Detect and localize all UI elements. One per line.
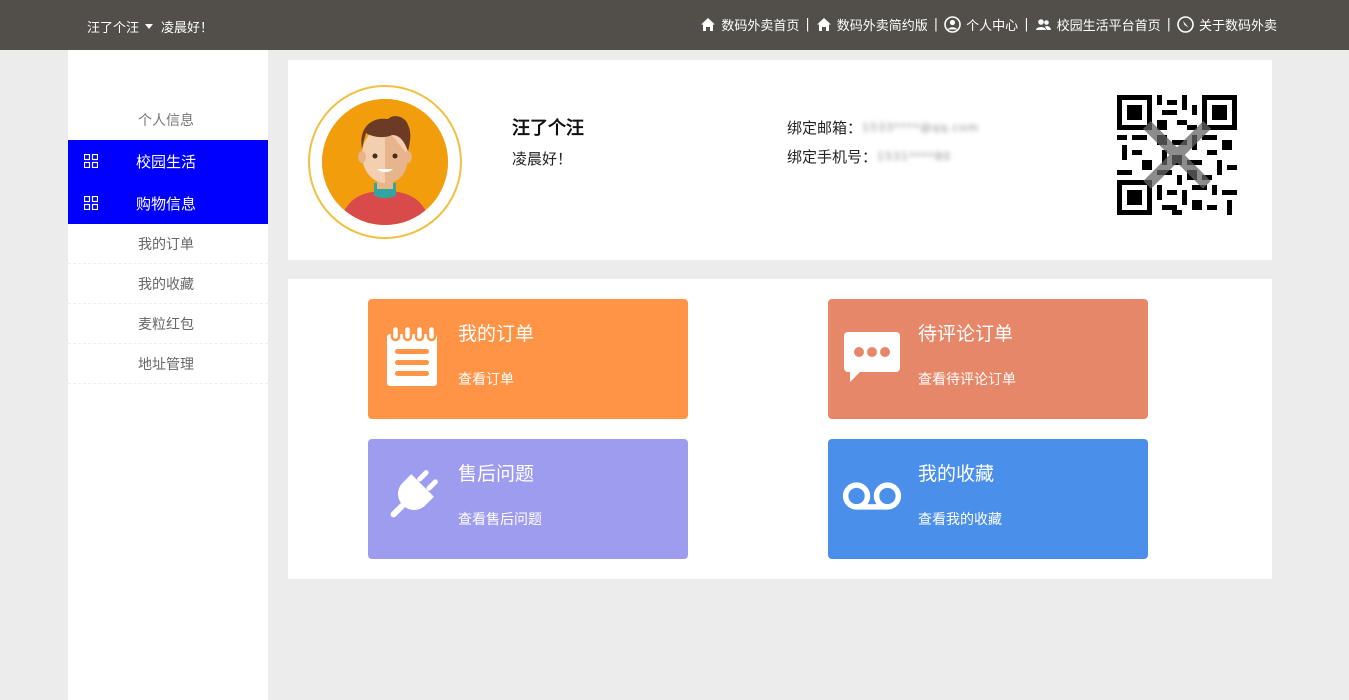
- separator: |: [1166, 17, 1171, 32]
- card-after-sales[interactable]: 售后问题 查看售后问题: [368, 439, 688, 559]
- username-label[interactable]: 汪了个汪: [87, 17, 139, 36]
- plug-icon: [390, 470, 438, 518]
- home-icon: [701, 18, 716, 31]
- link-personal-center[interactable]: 个人中心: [944, 15, 1018, 34]
- card-my-favorites[interactable]: 我的收藏 查看我的收藏: [828, 439, 1148, 559]
- qr-code-icon: [1117, 95, 1237, 215]
- caret-down-icon[interactable]: [145, 24, 154, 29]
- phone-label: 绑定手机号：: [787, 148, 878, 166]
- link-home[interactable]: 数码外卖首页: [700, 15, 799, 34]
- compass-icon: [1177, 16, 1194, 33]
- sidebar-group-label: 购物信息: [136, 194, 197, 213]
- separator: |: [933, 17, 939, 32]
- email-value: 1533****@qq.com: [862, 121, 979, 134]
- profile-greeting: 凌晨好！: [512, 150, 573, 168]
- sidebar-item-address[interactable]: 地址管理: [68, 344, 268, 384]
- card-title: 我的收藏: [918, 463, 995, 485]
- card-my-orders[interactable]: 我的订单 查看订单: [368, 299, 688, 419]
- sidebar-group-campus-life[interactable]: 校园生活: [68, 140, 268, 182]
- person-avatar-icon: [322, 99, 448, 225]
- card-title: 我的订单: [458, 323, 535, 345]
- avatar: [308, 85, 462, 239]
- voicemail-icon: [842, 482, 902, 510]
- user-greeting[interactable]: 汪了个汪 凌晨好！: [87, 17, 213, 36]
- link-home-label: 数码外卖首页: [721, 19, 800, 34]
- chat-bubble-icon: [844, 332, 900, 382]
- link-about-label: 关于数码外卖: [1198, 19, 1277, 34]
- top-navigation-bar: 汪了个汪 凌晨好！ 数码外卖首页 | 数码外卖简约版 | 个人中心 | 校园生活…: [0, 0, 1349, 50]
- sidebar-group-shopping[interactable]: 购物信息: [68, 182, 268, 224]
- sidebar-title[interactable]: 个人信息: [68, 110, 268, 130]
- phone-value: 1531****80: [877, 150, 952, 163]
- separator: |: [805, 17, 810, 32]
- link-simple-home[interactable]: 数码外卖简约版: [816, 15, 928, 34]
- sidebar: 个人信息 校园生活 购物信息 我的订单 我的收藏 麦粒红包 地址管理: [68, 50, 268, 700]
- card-title: 待评论订单: [918, 323, 1014, 345]
- user-circle-icon: [944, 16, 961, 33]
- greeting-label: 凌晨好！: [161, 21, 214, 36]
- grid-icon: [84, 154, 98, 168]
- card-title: 售后问题: [458, 463, 535, 485]
- card-subtitle[interactable]: 查看待评论订单: [918, 369, 1016, 389]
- users-icon: [1035, 18, 1051, 30]
- grid-icon: [84, 196, 98, 210]
- link-personal-center-label: 个人中心: [966, 19, 1019, 34]
- top-links: 数码外卖首页 | 数码外卖简约版 | 个人中心 | 校园生活平台首页 | 关于数…: [700, 15, 1277, 34]
- home-icon: [816, 18, 831, 31]
- card-pending-reviews[interactable]: 待评论订单 查看待评论订单: [828, 299, 1148, 419]
- email-label: 绑定邮箱：: [787, 119, 863, 137]
- card-subtitle[interactable]: 查看售后问题: [458, 509, 542, 529]
- sidebar-group-label: 校园生活: [136, 152, 197, 171]
- email-row: 绑定邮箱： 1533****@qq.com: [787, 117, 979, 138]
- link-campus-platform[interactable]: 校园生活平台首页: [1035, 15, 1161, 34]
- link-campus-platform-label: 校园生活平台首页: [1056, 19, 1161, 34]
- link-simple-home-label: 数码外卖简约版: [836, 19, 928, 34]
- phone-row: 绑定手机号： 1531****80: [787, 146, 951, 167]
- sidebar-item-red-packet[interactable]: 麦粒红包: [68, 304, 268, 344]
- separator: |: [1024, 17, 1029, 32]
- link-about[interactable]: 关于数码外卖: [1177, 15, 1277, 34]
- profile-panel: 汪了个汪 凌晨好！ 绑定邮箱： 1533****@qq.com 绑定手机号： 1…: [288, 60, 1272, 260]
- profile-name: 汪了个汪: [512, 118, 584, 139]
- card-subtitle[interactable]: 查看我的收藏: [918, 509, 1002, 529]
- sidebar-item-my-orders[interactable]: 我的订单: [68, 224, 268, 264]
- card-subtitle[interactable]: 查看订单: [458, 369, 514, 389]
- avatar-image: [322, 99, 448, 225]
- quick-links-panel: 我的订单 查看订单 待评论订单 查看待评论订单 售后问题 查看售后问题 我的收藏…: [288, 279, 1272, 579]
- notepad-icon: [387, 324, 437, 386]
- sidebar-item-my-favorites[interactable]: 我的收藏: [68, 264, 268, 304]
